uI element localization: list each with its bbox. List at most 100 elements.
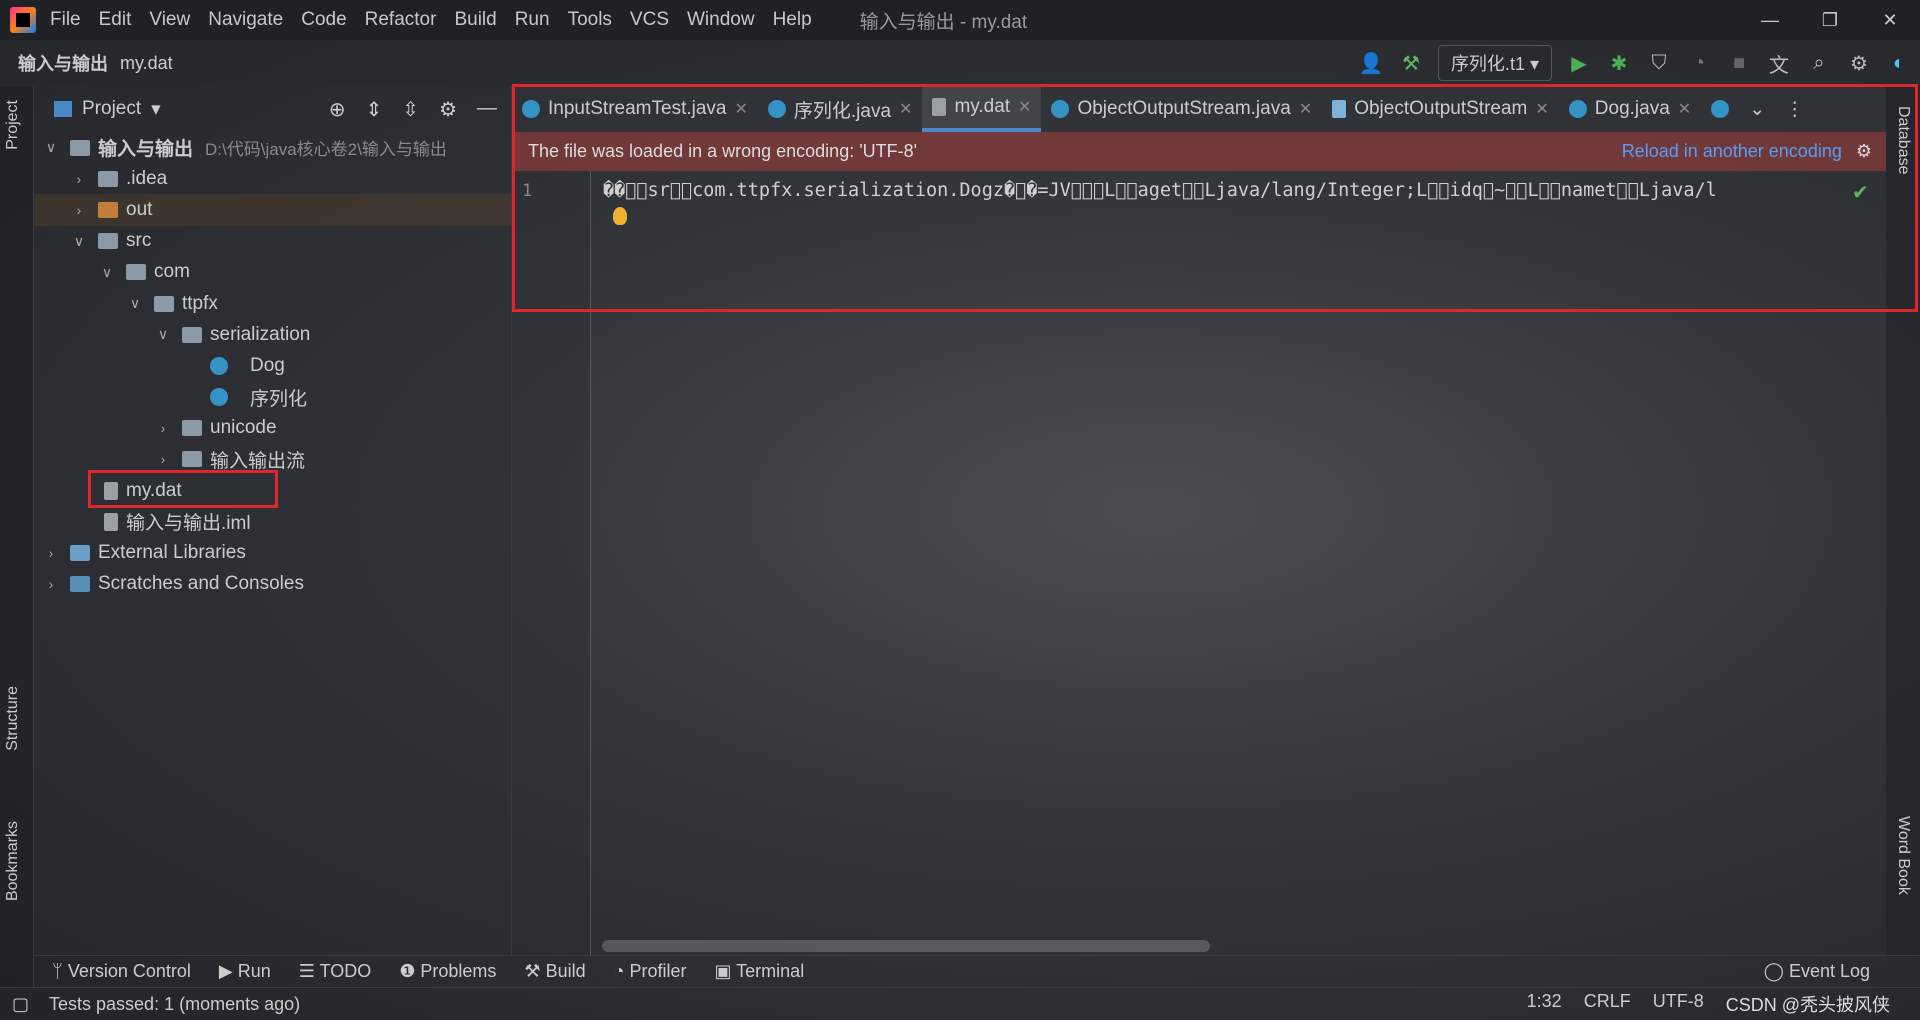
debug-icon[interactable]: ✱ [1606,51,1632,76]
gear-icon[interactable]: ⚙ [439,97,457,122]
chevron-right-icon[interactable]: › [42,576,60,592]
tree-item[interactable]: › External Libraries [34,537,511,568]
menu-window[interactable]: Window [687,9,755,31]
menu-file[interactable]: File [50,9,81,31]
code-line[interactable]: �� sr com.ttpfx.serialization.Dogz��=… [603,180,1717,201]
user-icon[interactable]: 👤 [1358,51,1384,76]
build-button[interactable]: ⚒ Build [524,961,585,982]
breadcrumb-file[interactable]: my.dat [120,53,173,74]
menu-view[interactable]: View [149,9,190,31]
project-panel-title[interactable]: Project [82,98,141,120]
menu-run[interactable]: Run [515,9,550,31]
gear-icon[interactable]: ⚙ [1856,141,1872,162]
stop-icon[interactable]: ■ [1726,52,1752,75]
run-button[interactable]: ▶ Run [219,961,271,982]
chevron-down-icon[interactable]: ∨ [70,233,88,250]
tab-inputstreamtest[interactable]: InputStreamTest.java ✕ [512,86,758,132]
tree-item[interactable]: ∨ src [34,226,511,257]
search-icon[interactable]: ⌕ [1806,52,1832,75]
status-message[interactable]: Tests passed: 1 (moments ago) [49,994,300,1015]
hide-icon[interactable]: — [477,97,497,122]
tree-item[interactable]: › Scratches and Consoles [34,569,511,600]
chevron-down-icon[interactable]: ∨ [154,326,172,343]
close-icon[interactable]: ✕ [1535,99,1548,119]
tab-my-dat[interactable]: my.dat ✕ [922,86,1042,132]
close-icon[interactable]: ✕ [1018,97,1031,117]
chevron-right-icon[interactable]: › [70,171,88,187]
chevron-right-icon[interactable]: › [70,202,88,218]
tab-objectoutputstream-diagram[interactable]: ObjectOutputStream ✕ [1322,86,1559,132]
translate-icon[interactable]: 文 [1766,49,1792,78]
close-icon[interactable]: ✕ [1678,99,1691,119]
tree-item[interactable]: ∨ 输入与输出 D:\代码\java核心卷2\输入与输出 [34,132,511,163]
menu-build[interactable]: Build [454,9,496,31]
chevron-down-icon[interactable]: ∨ [126,295,144,312]
project-tool-tab[interactable]: Project [4,100,22,150]
tab-dog[interactable]: Dog.java ✕ [1559,86,1701,132]
tree-item[interactable]: my.dat [34,475,511,506]
tree-item[interactable]: 序列化 [34,382,511,413]
status-toggle-icon[interactable]: ▢ [12,994,29,1015]
chevron-down-icon[interactable]: ∨ [98,264,116,281]
event-log-button[interactable]: ◯ Event Log [1764,961,1870,982]
restore-button[interactable]: ❐ [1800,10,1860,31]
more-options-button[interactable]: ⋮ [1775,86,1814,132]
breadcrumb-project[interactable]: 输入与输出 [18,50,108,76]
close-icon[interactable]: ✕ [734,99,747,119]
menu-navigate[interactable]: Navigate [208,9,283,31]
coverage-icon[interactable]: ⛉ [1646,52,1672,75]
chevron-down-icon[interactable]: ∨ [42,139,60,156]
problems-button[interactable]: ❶ Problems [399,961,496,982]
tree-item[interactable]: ∨ com [34,257,511,288]
chevron-down-icon[interactable]: ▾ [151,98,161,121]
tree-item[interactable]: 输入与输出.iml [34,506,511,537]
wordbook-tool-tab[interactable]: Word Book [1894,816,1912,895]
line-separator[interactable]: CRLF [1584,991,1631,1017]
collapse-all-icon[interactable]: ⇳ [402,97,419,122]
tree-item[interactable]: › .idea [34,163,511,194]
menu-refactor[interactable]: Refactor [365,9,437,31]
tree-item[interactable]: ∨ serialization [34,319,511,350]
minimize-button[interactable]: — [1740,10,1800,31]
chevron-right-icon[interactable]: › [154,420,172,436]
tab-list-button[interactable]: ⌄ [1739,86,1775,132]
version-control-button[interactable]: ᛘ Version Control [52,961,191,982]
close-icon[interactable]: ✕ [899,99,912,119]
tree-item[interactable]: › 输入输出流 [34,444,511,475]
tree-item[interactable]: › unicode [34,413,511,444]
locate-icon[interactable]: ⊕ [329,97,346,122]
structure-tool-tab[interactable]: Structure [4,686,22,751]
file-encoding[interactable]: UTF-8 [1653,991,1704,1017]
todo-button[interactable]: ☰ TODO [299,961,371,982]
tree-item[interactable]: › out [34,194,511,226]
caret-position[interactable]: 1:32 [1527,991,1562,1017]
menu-tools[interactable]: Tools [568,9,612,31]
menu-code[interactable]: Code [301,9,346,31]
tree-item[interactable]: Dog [34,350,511,381]
reload-encoding-link[interactable]: Reload in another encoding [1622,141,1842,162]
menu-edit[interactable]: Edit [99,9,132,31]
profiler-button[interactable]: ◔ Profiler [614,961,687,982]
lightbulb-icon[interactable] [613,207,627,225]
settings-icon[interactable]: ⚙ [1846,51,1872,76]
run-config-select[interactable]: 序列化.t1 ▾ [1437,45,1552,81]
database-tool-tab[interactable]: Database [1894,106,1912,175]
close-icon[interactable]: ✕ [1299,99,1312,119]
tab-serialization[interactable]: 序列化.java ✕ [758,86,923,132]
tab-objectoutputstream-java[interactable]: ObjectOutputStream.java ✕ [1041,86,1322,132]
expand-all-icon[interactable]: ⇕ [366,97,383,122]
tree-item[interactable]: ∨ ttpfx [34,288,511,319]
close-button[interactable]: ✕ [1860,10,1920,31]
chevron-right-icon[interactable]: › [42,545,60,561]
horizontal-scrollbar[interactable] [602,940,1210,952]
menu-vcs[interactable]: VCS [630,9,669,31]
chevron-right-icon[interactable]: › [154,451,172,467]
profile-icon[interactable]: ◔ [1686,52,1712,75]
terminal-button[interactable]: ▣ Terminal [714,961,804,982]
plugin-icon[interactable]: ◐ [1886,52,1912,75]
run-icon[interactable]: ▶ [1566,51,1592,76]
tab-overflow[interactable] [1701,86,1739,132]
build-hammer-icon[interactable]: ⚒ [1398,51,1424,76]
menu-help[interactable]: Help [773,9,812,31]
bookmarks-tool-tab[interactable]: Bookmarks [4,821,22,901]
